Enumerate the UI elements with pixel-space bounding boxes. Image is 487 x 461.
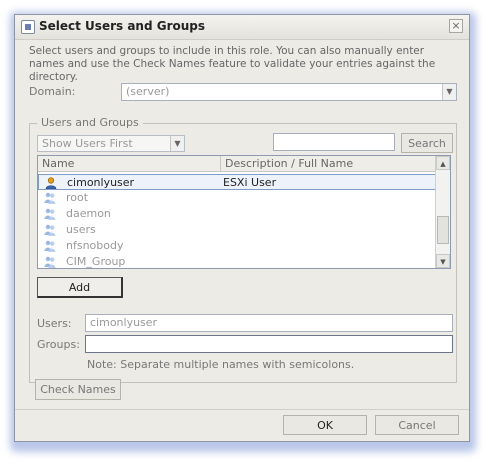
close-button[interactable]: × [449,19,463,33]
users-groups-label: Users and Groups [37,116,143,129]
search-input[interactable] [273,133,395,151]
check-names-button[interactable]: Check Names [35,379,121,400]
separator-note: Note: Separate multiple names with semic… [87,358,355,371]
search-button[interactable]: Search [401,133,453,153]
column-header-name[interactable]: Name [38,156,220,172]
user-icon [45,177,57,189]
users-label: Users: [37,317,72,330]
scrollbar-thumb[interactable] [437,216,449,244]
window-icon [21,20,35,34]
domain-label: Domain: [29,85,76,98]
row-name: cimonlyuser [67,176,135,189]
domain-select[interactable]: (server) ▼ [121,83,457,101]
groups-field[interactable] [85,335,453,353]
list-item[interactable]: daemon [38,206,436,222]
column-header-description[interactable]: Description / Full Name [220,156,437,172]
group-icon [44,208,56,220]
cancel-button[interactable]: Cancel [375,415,459,435]
scroll-down-icon[interactable]: ▼ [436,254,450,268]
domain-value: (server) [126,85,170,98]
ok-button[interactable]: OK [283,415,367,435]
window-title: Select Users and Groups [39,19,206,33]
scroll-up-icon[interactable]: ▲ [436,156,450,170]
row-name: daemon [66,207,111,220]
users-groups-list[interactable]: Name Description / Full Name cimonlyuser… [37,155,451,269]
group-icon [44,256,56,268]
filter-value: Show Users First [42,137,133,150]
title-bar[interactable]: Select Users and Groups × [15,15,469,40]
users-field[interactable]: cimonlyuser [85,314,453,332]
row-name: users [66,223,96,236]
list-scrollbar[interactable]: ▲ ▼ [435,156,450,268]
group-icon [44,240,56,252]
chevron-down-icon[interactable]: ▼ [170,136,184,151]
row-name: CIM_Group [66,255,126,268]
list-item[interactable]: users [38,222,436,238]
row-name: nfsnobody [66,239,124,252]
filter-select[interactable]: Show Users First ▼ [37,135,185,152]
row-name: root [66,191,89,204]
list-item[interactable]: cimonlyuser ESXi User [38,174,436,190]
chevron-down-icon[interactable]: ▼ [442,84,456,100]
groups-label: Groups: [37,338,80,351]
select-users-dialog: Select Users and Groups × Select users a… [14,14,470,442]
description-text: Select users and groups to include in th… [29,45,436,83]
add-button[interactable]: Add [37,277,123,298]
divider [15,409,469,410]
list-item[interactable]: nfsnobody [38,238,436,254]
list-item[interactable]: root [38,190,436,206]
group-icon [44,192,56,204]
row-description: ESXi User [223,176,277,189]
users-value: cimonlyuser [90,316,158,329]
list-item[interactable]: CIM_Group [38,254,436,268]
group-icon [44,224,56,236]
